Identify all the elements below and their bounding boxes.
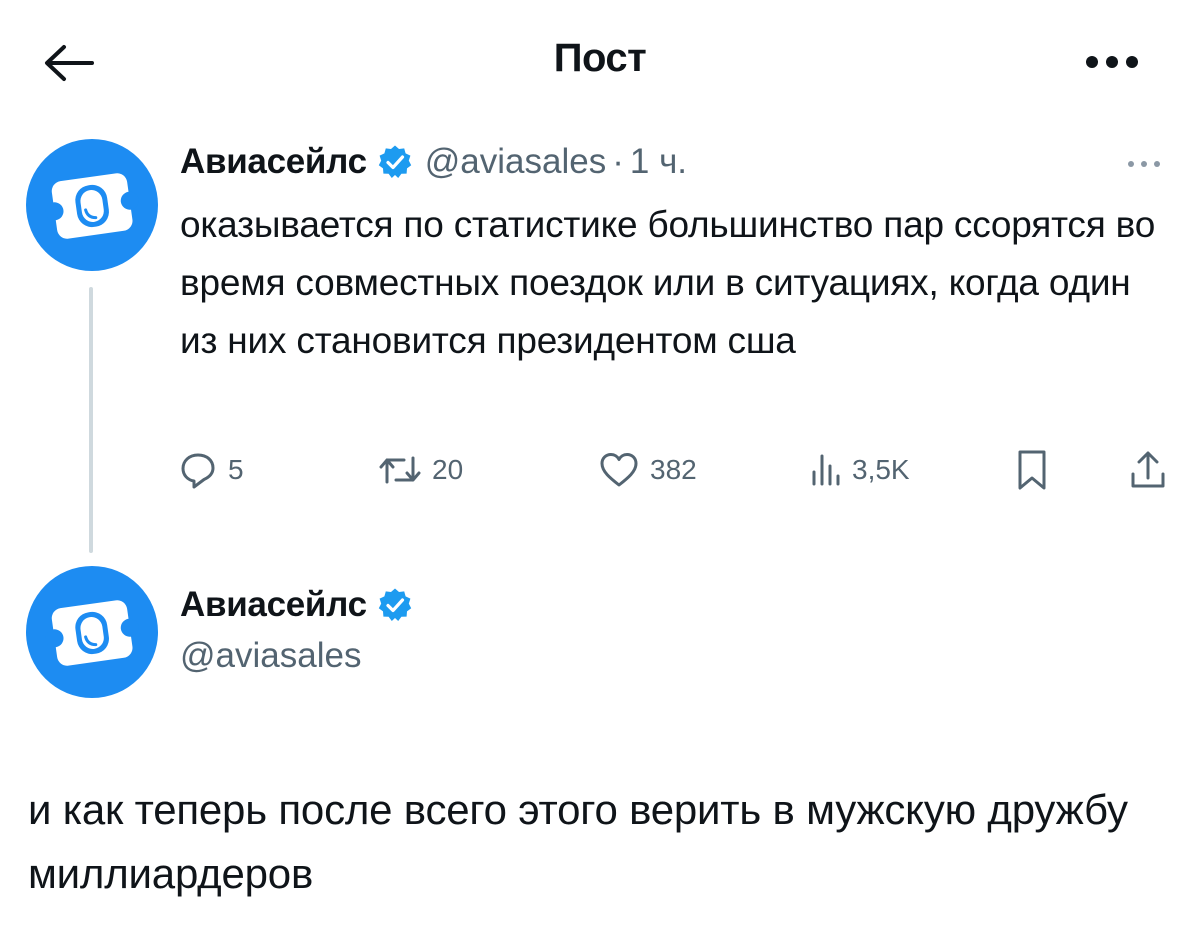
- like-count: 382: [650, 454, 697, 485]
- tweet-timestamp[interactable]: 1 ч.: [630, 142, 687, 182]
- reply-icon: [181, 453, 215, 489]
- tweet-text: оказывается по статистике большинство па…: [180, 204, 1156, 361]
- tweet-text: и как теперь после всего этого верить в …: [28, 786, 1128, 897]
- thread-connector-line: [89, 287, 93, 553]
- separator-dot: ·: [612, 142, 624, 181]
- views-bar-chart-icon: [812, 454, 840, 486]
- retweet-icon: [379, 456, 421, 484]
- avatar[interactable]: [26, 566, 158, 698]
- views-button[interactable]: 3,5K: [810, 440, 910, 500]
- author-handle[interactable]: @aviasales: [180, 636, 361, 676]
- page-title: Пост: [553, 36, 647, 80]
- more-horizontal-icon: [1128, 161, 1160, 167]
- avatar[interactable]: [26, 139, 158, 271]
- share-icon: [1131, 451, 1165, 488]
- top-bar: Пост: [0, 0, 1200, 130]
- reply-count: 5: [228, 454, 244, 485]
- aviasales-logo-icon: [45, 173, 139, 239]
- like-button[interactable]: 382: [598, 440, 697, 500]
- author-handle[interactable]: @aviasales: [425, 142, 606, 182]
- bookmark-button[interactable]: [1016, 440, 1048, 500]
- aviasales-logo-icon: [45, 600, 139, 666]
- views-count: 3,5K: [852, 454, 910, 485]
- tweet-header: Авиасейлс: [180, 580, 413, 630]
- author-name[interactable]: Авиасейлс: [180, 142, 367, 182]
- verified-badge-icon: [377, 587, 413, 623]
- share-button[interactable]: [1128, 440, 1168, 500]
- tweet-more-button[interactable]: [1122, 152, 1166, 176]
- more-options-button[interactable]: [1080, 42, 1144, 82]
- verified-badge-icon: [377, 144, 413, 180]
- more-horizontal-icon: [1086, 56, 1138, 68]
- retweet-count: 20: [432, 454, 464, 485]
- reply-button[interactable]: 5: [178, 440, 244, 500]
- retweet-button[interactable]: 20: [378, 440, 463, 500]
- tweet-actions: 5 20 382 3,5K: [178, 440, 1178, 500]
- author-name[interactable]: Авиасейлс: [180, 585, 367, 625]
- bookmark-icon: [1018, 450, 1046, 490]
- tweet-header: Авиасейлс @aviasales · 1 ч.: [180, 137, 687, 187]
- heart-icon: [600, 453, 638, 487]
